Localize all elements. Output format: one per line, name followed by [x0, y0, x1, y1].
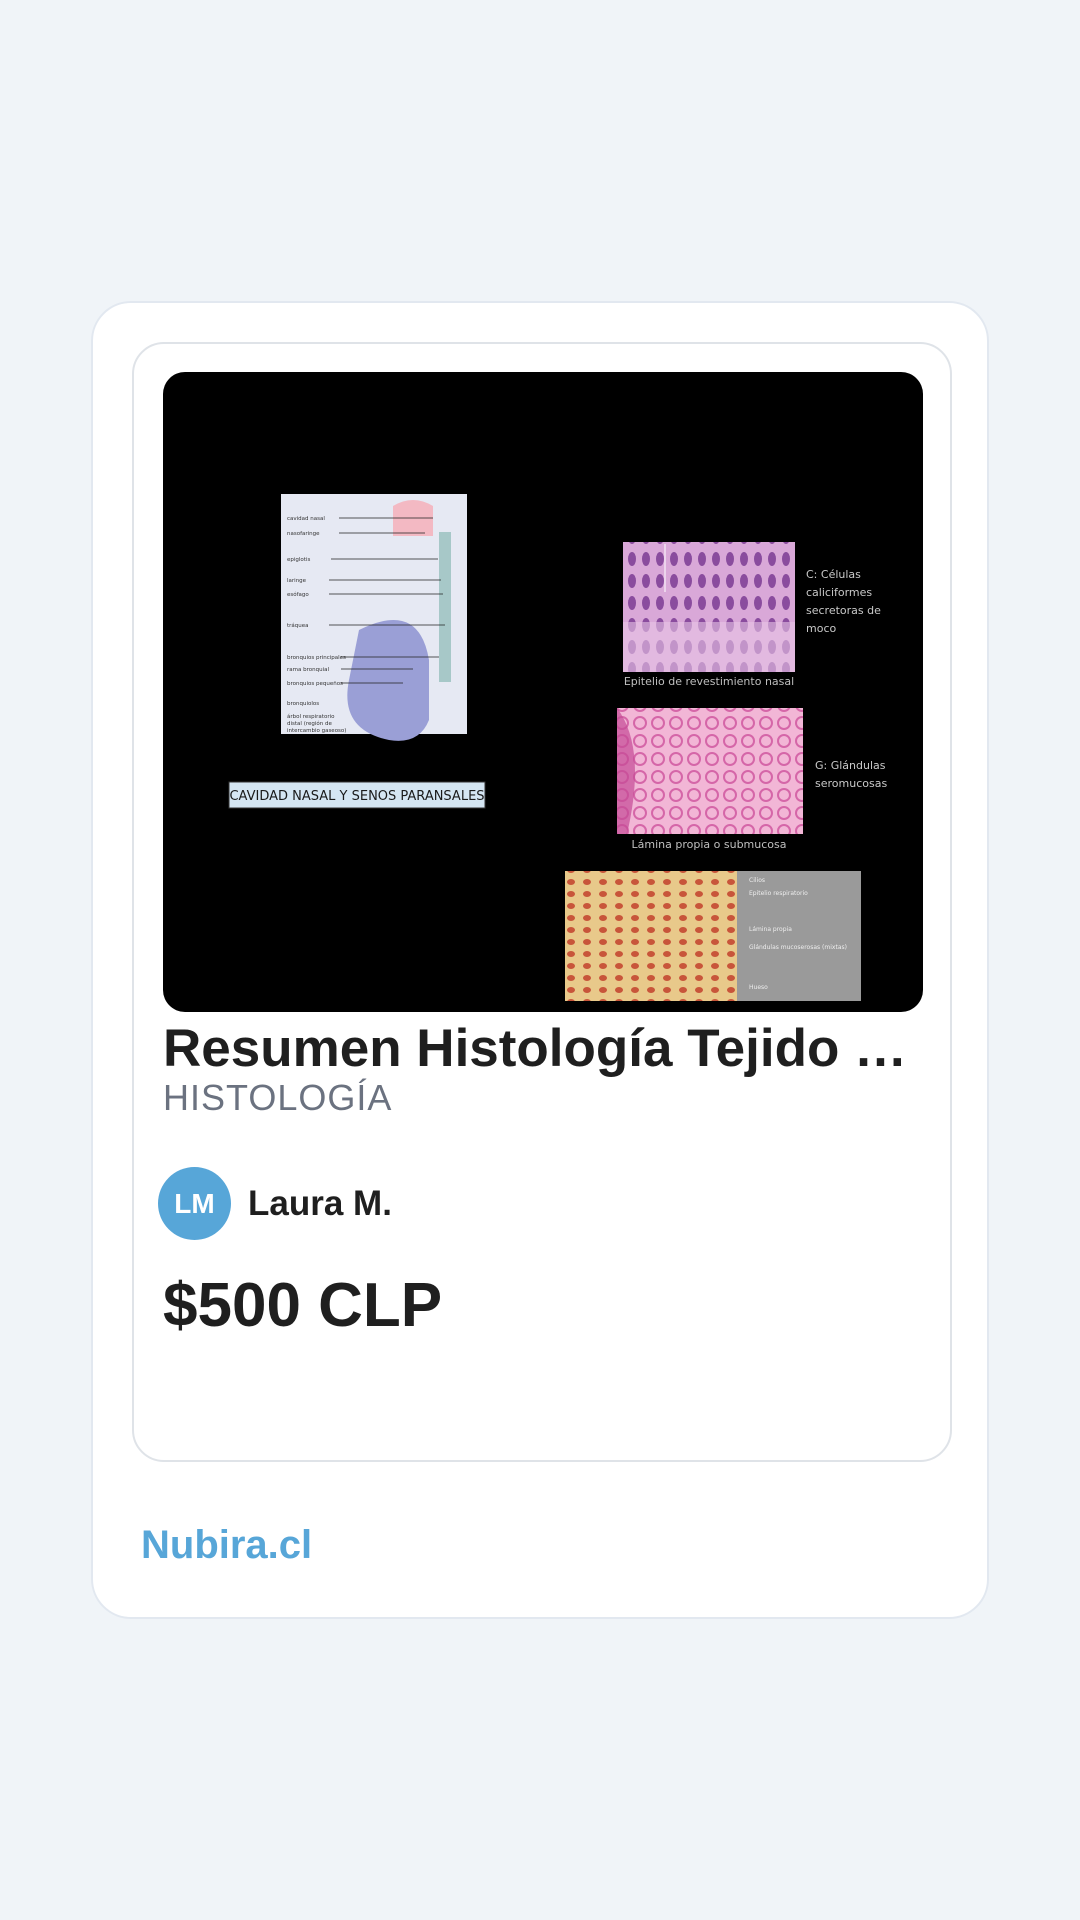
author-info[interactable]: LM Laura M.	[158, 1167, 392, 1240]
svg-text:nasofaringe: nasofaringe	[287, 531, 320, 537]
svg-text:Cilios: Cilios	[749, 877, 765, 884]
svg-text:Hueso: Hueso	[749, 984, 768, 991]
slide-preview: cavidad nasal nasofaringe epiglotis lari…	[228, 494, 887, 1001]
svg-text:CAVIDAD NASAL Y SENOS PARANSAL: CAVIDAD NASAL Y SENOS PARANSALES	[229, 789, 484, 804]
svg-text:rama bronquial: rama bronquial	[287, 667, 329, 673]
histology-panel-1: C: Células caliciformes secretoras de mo…	[623, 542, 881, 688]
svg-text:seromucosas: seromucosas	[815, 777, 887, 790]
svg-text:caliciformes: caliciformes	[806, 586, 872, 599]
price-label: $500 CLP	[163, 1271, 443, 1340]
svg-text:Lámina propia: Lámina propia	[749, 926, 792, 933]
svg-text:bronquios pequeños: bronquios pequeños	[287, 681, 343, 687]
svg-text:Epitelio de revestimiento nasa: Epitelio de revestimiento nasal	[624, 675, 794, 688]
svg-text:esófago: esófago	[287, 591, 309, 598]
respiratory-diagram: cavidad nasal nasofaringe epiglotis lari…	[281, 494, 467, 741]
subject-label: HISTOLOGÍA	[163, 1077, 393, 1118]
svg-text:árbol respiratorio: árbol respiratorio	[287, 713, 335, 720]
svg-text:tráquea: tráquea	[287, 622, 309, 629]
document-thumbnail[interactable]: cavidad nasal nasofaringe epiglotis lari…	[163, 372, 923, 1012]
histology-panel-3: Cilios Epitelio respiratorio Lámina prop…	[565, 871, 861, 1001]
slide-banner: CAVIDAD NASAL Y SENOS PARANSALES	[228, 781, 486, 809]
svg-text:laringe: laringe	[287, 578, 307, 584]
svg-text:moco: moco	[806, 622, 836, 635]
svg-text:G: Glándulas: G: Glándulas	[815, 759, 886, 772]
listing-title[interactable]: Resumen Histología Tejido p…	[163, 1016, 923, 1082]
listing-card[interactable]: cavidad nasal nasofaringe epiglotis lari…	[91, 301, 989, 1619]
svg-text:Lámina propia o submucosa: Lámina propia o submucosa	[632, 838, 787, 851]
svg-text:bronquiolos: bronquiolos	[287, 701, 319, 707]
svg-text:bronquios principales: bronquios principales	[287, 655, 346, 661]
avatar: LM	[158, 1167, 231, 1240]
histology-panel-2: G: Glándulas seromucosas Lámina propia o…	[617, 708, 887, 851]
author-name: Laura M.	[248, 1183, 392, 1223]
product-card[interactable]: cavidad nasal nasofaringe epiglotis lari…	[132, 342, 952, 1462]
svg-text:cavidad nasal: cavidad nasal	[287, 516, 325, 522]
svg-text:Epitelio respiratorio: Epitelio respiratorio	[749, 890, 808, 897]
svg-text:C: Células: C: Células	[806, 568, 861, 581]
brand-logo[interactable]: Nubira.cl	[141, 1523, 312, 1568]
svg-text:intercambio gaseoso): intercambio gaseoso)	[287, 728, 346, 734]
svg-text:Glándulas mucoserosas (mixtas): Glándulas mucoserosas (mixtas)	[749, 944, 847, 951]
svg-text:distal (región de: distal (región de	[287, 720, 332, 727]
svg-text:epiglotis: epiglotis	[287, 557, 310, 563]
svg-text:secretoras de: secretoras de	[806, 604, 881, 617]
